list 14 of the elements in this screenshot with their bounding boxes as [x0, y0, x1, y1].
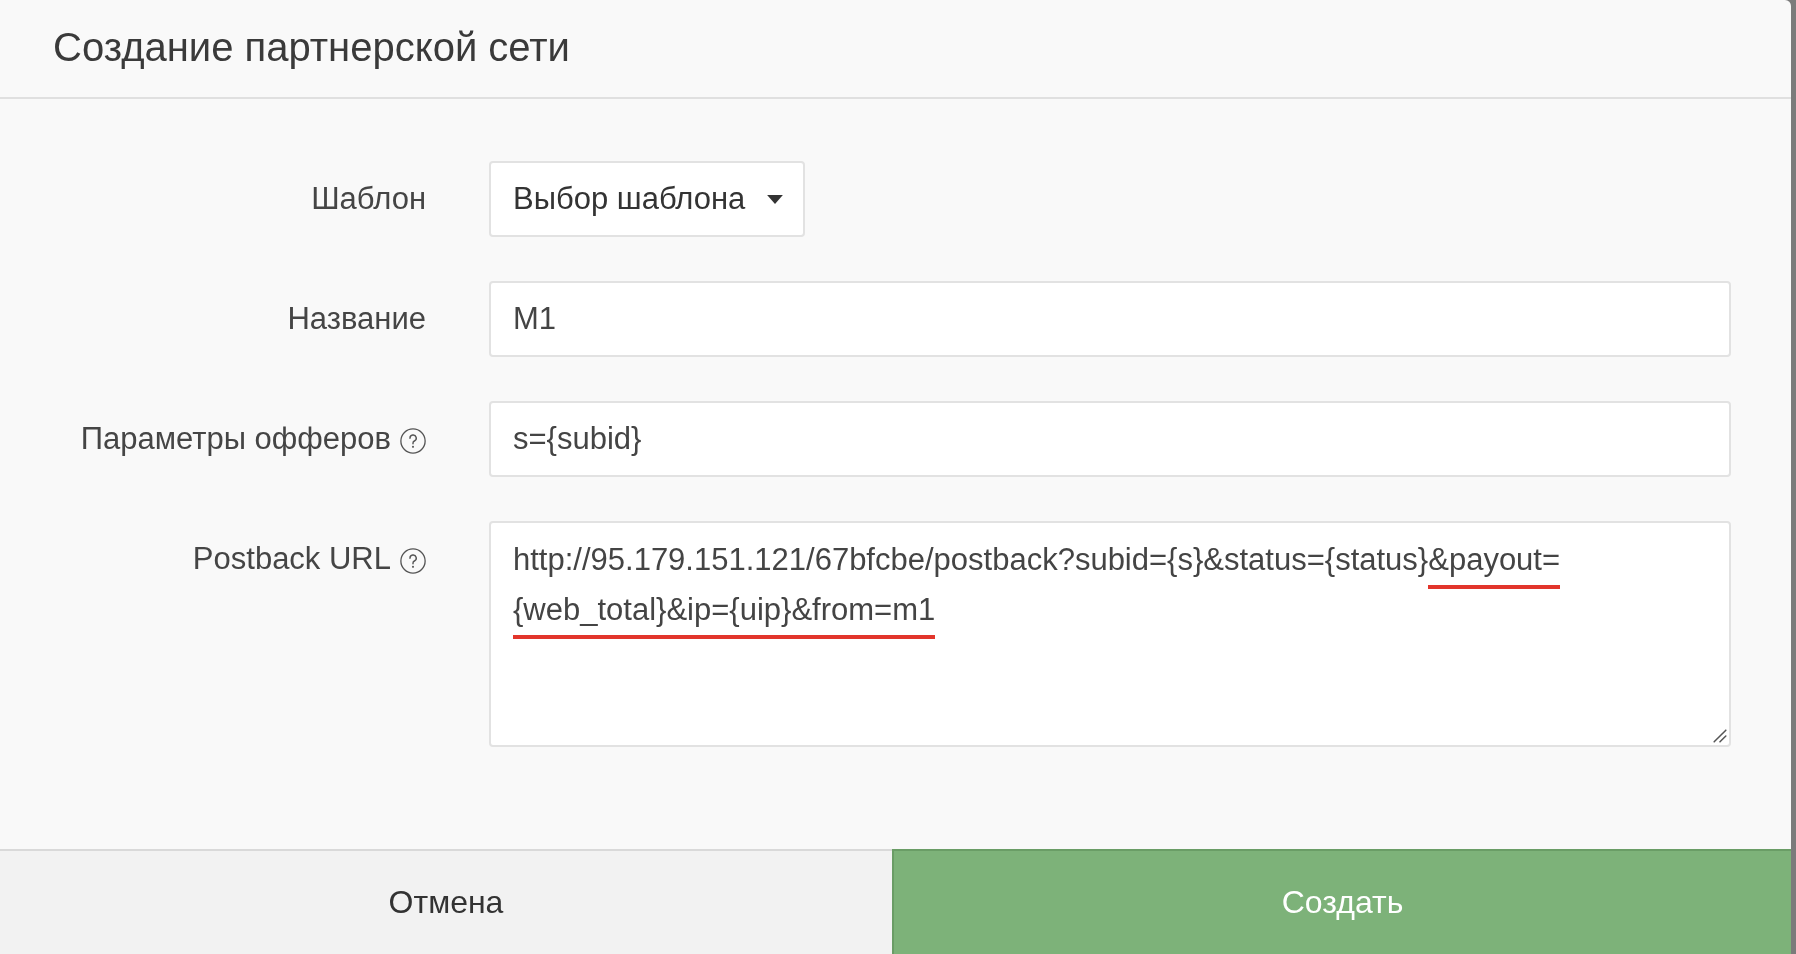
- input-field[interactable]: s={subid}: [489, 401, 1731, 477]
- field-label: Название: [287, 301, 426, 337]
- secondary-button[interactable]: Отмена: [0, 849, 892, 954]
- field-label: Шаблон: [311, 181, 426, 217]
- field-label: Postback URL: [192, 541, 391, 577]
- textarea-field[interactable]: http://95.179.151.121/67bfcbe/postback?subid={s}&status={status}&payout= {web_total}&ip={uip}&from=m1: [489, 521, 1731, 747]
- select-dropdown[interactable]: Выбор шаблона: [489, 161, 806, 237]
- field-label: Параметры офферов: [80, 421, 391, 457]
- help-icon[interactable]: [400, 428, 426, 454]
- help-icon[interactable]: [400, 548, 426, 574]
- input-field[interactable]: M1: [489, 281, 1731, 357]
- dialog-title: Создание партнерской сети: [53, 25, 570, 70]
- caret-icon: [767, 194, 784, 204]
- resize-grip-icon[interactable]: [1713, 729, 1727, 743]
